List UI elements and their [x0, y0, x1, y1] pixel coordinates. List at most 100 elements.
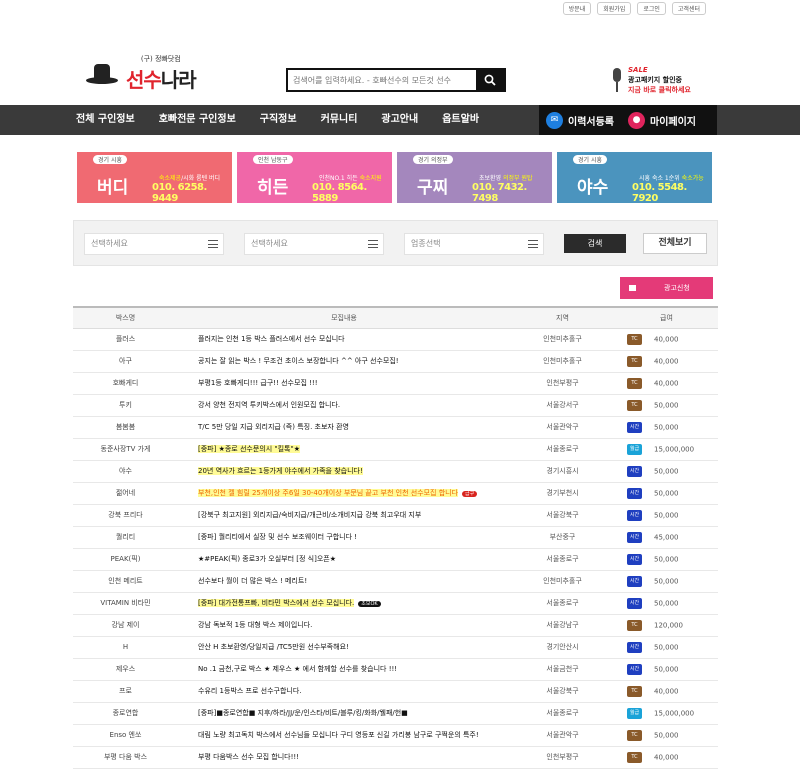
job-content[interactable]: [중파] ★종로 선수문의시 "킬톡"★: [178, 438, 510, 461]
box-name[interactable]: 플러스: [73, 328, 178, 351]
ad-apply-button[interactable]: 광고신청: [620, 277, 713, 299]
job-content[interactable]: T/C 5만 당일 지급 외리지급 (즉) 특징. 초보자 환영: [178, 416, 510, 439]
table-row[interactable]: 야수 20년 역사가 흐르는 1등가게 야수에서 가족을 찾습니다! 경기시흥시 시간…: [73, 460, 718, 483]
table-row[interactable]: PEAK(픽) ★#PEAK(픽) 종로3가 오실부터 [정 식]오픈★ 서울종로구…: [73, 548, 718, 571]
job-title[interactable]: 수유리 1등박스 프로 선수구합니다.: [198, 687, 302, 695]
box-name[interactable]: 종로연합: [73, 702, 178, 725]
box-name[interactable]: VITAMIN 비타민: [73, 592, 178, 615]
search-button[interactable]: [476, 70, 504, 90]
job-title[interactable]: [중파] 퀄리티에서 실장 및 선수 보조웨이터 구합니다 !: [198, 533, 357, 541]
table-row[interactable]: 강남 제이 강남 독보적 1등 대형 박스 제이입니다. 서울강남구 TC 120,00…: [73, 614, 718, 637]
job-content[interactable]: 대림 노량 최고독치 박스에서 선수님들 모십니다 구디 영등포 신길 가리봉 …: [178, 724, 510, 747]
table-row[interactable]: 부평 다움 박스 부평 다움박스 선수 모집 합니다!!! 인천부평구 TC 40,00…: [73, 746, 718, 769]
nav-item-ad-info[interactable]: 광고안내: [369, 105, 430, 135]
box-name[interactable]: 제우스: [73, 658, 178, 681]
job-title[interactable]: ★#PEAK(픽) 종로3가 오실부터 [정 식]오픈★: [198, 555, 336, 563]
nav-item-all-jobs[interactable]: 전체 구인정보: [64, 105, 147, 135]
table-row[interactable]: 아구 공지는 잘 읽는 박스 ! 무조건 초이스 보장합니다 ^^ 아구 선수모집…: [73, 350, 718, 373]
box-name[interactable]: 퀄리티: [73, 526, 178, 549]
table-row[interactable]: H 안산 H 초보환영/당일지급 /TC5만원 선수부족해요! 경기안산시 시간 50,…: [73, 636, 718, 659]
mypage-button[interactable]: ● 마이페이지: [621, 111, 703, 129]
box-name[interactable]: 강북 프리다: [73, 504, 178, 527]
table-row[interactable]: 종로연합 [중파]■종로연합■ 지후/하라/JJ/운/인스타/비트/블루/킹/화화…: [73, 702, 718, 725]
box-name[interactable]: 호빠게디: [73, 372, 178, 395]
banner-ad[interactable]: 경기 시흥 야수 시흥 숙소 1순위 숙소가능 010. 5548. 7920: [557, 152, 712, 204]
job-title[interactable]: T/C 5만 당일 지급 외리지급 (즉) 특징. 초보자 환영: [198, 423, 349, 431]
category-select[interactable]: 업종선택: [404, 233, 544, 255]
table-row[interactable]: 제우스 No .1 금천,구로 박스 ★ 제우스 ★ 에서 함께할 선수를 찾습니…: [73, 658, 718, 681]
box-name[interactable]: 부평 다움 박스: [73, 746, 178, 769]
box-name[interactable]: 투키: [73, 394, 178, 417]
table-row[interactable]: 프로 수유리 1등박스 프로 선수구합니다. 서울강북구 TC 40,000: [73, 680, 718, 703]
box-name[interactable]: 젊어네: [73, 482, 178, 505]
table-row[interactable]: Enso 엔쏘 대림 노량 최고독치 박스에서 선수님들 모십니다 구디 영등포 …: [73, 724, 718, 747]
job-content[interactable]: ★#PEAK(픽) 종로3가 오실부터 [정 식]오픈★: [178, 548, 510, 571]
job-title[interactable]: 강남 독보적 1등 대형 박스 제이입니다.: [198, 621, 312, 629]
table-row[interactable]: 투키 강서 양천 전지역 투키박스에서 인원모집 합니다. 서울강서구 TC 50,00…: [73, 394, 718, 417]
job-title[interactable]: 플러지는 인천 1등 박스 플러스에서 선수 모십니다: [198, 335, 345, 343]
box-name[interactable]: 강남 제이: [73, 614, 178, 637]
table-row[interactable]: 퀄리티 [중파] 퀄리티에서 실장 및 선수 보조웨이터 구합니다 ! 부산중구 시간…: [73, 526, 718, 549]
box-name[interactable]: H: [73, 636, 178, 659]
table-row[interactable]: 동준사장TV 가게 [중파] ★종로 선수문의시 "킬톡"★ 서울종로구 월급 15,0…: [73, 438, 718, 461]
box-name[interactable]: 인천 메리트: [73, 570, 178, 593]
box-name[interactable]: 프로: [73, 680, 178, 703]
region-select-1[interactable]: 선택하세요: [84, 233, 224, 255]
box-name[interactable]: 아구: [73, 350, 178, 373]
view-all-button[interactable]: 전체보기: [643, 233, 707, 254]
top-link-signup[interactable]: 회원가입: [597, 2, 632, 15]
job-content[interactable]: 부천,인천 젤 힘릴 25개이상 주6일 30-40개이상 부문님 끝고 부천 …: [178, 482, 510, 505]
job-content[interactable]: [강북구 최고지원] 외리지급/숙비지급/개근비/소개비지급 강북 최고우대 지…: [178, 504, 510, 527]
table-row[interactable]: VITAMIN 비타민 [중파] 대가전통프빠, 비타민 박스에서 선수 모십니다…: [73, 592, 718, 615]
nav-item-opt-alba[interactable]: 옵트알바: [430, 105, 491, 135]
banner-ad[interactable]: 경기 의정부 구찌 초보환영 의정부 원탑 010. 7432. 7498: [397, 152, 552, 204]
banner-ad[interactable]: 인천 남동구 히든 인천NO.1 히든 숙소지원 010. 8564. 5889: [237, 152, 392, 204]
job-content[interactable]: 20년 역사가 흐르는 1등가게 야수에서 가족을 찾습니다!: [178, 460, 510, 483]
job-title[interactable]: No .1 금천,구로 박스 ★ 제우스 ★ 에서 함께할 선수를 찾습니다 !…: [198, 665, 397, 673]
job-content[interactable]: No .1 금천,구로 박스 ★ 제우스 ★ 에서 함께할 선수를 찾습니다 !…: [178, 658, 510, 681]
job-title[interactable]: [중파] 대가전통프빠, 비타민 박스에서 선수 모십니다.: [198, 599, 355, 607]
job-title[interactable]: 부평 다움박스 선수 모집 합니다!!!: [198, 753, 299, 761]
job-title[interactable]: [중파]■종로연합■ 지후/하라/JJ/운/인스타/비트/블루/킹/화화/웰패/…: [198, 709, 408, 717]
job-content[interactable]: 선수보다 월이 더 많은 박스 ! 메리트!: [178, 570, 510, 593]
table-row[interactable]: 봄봄봄 T/C 5만 당일 지급 외리지급 (즉) 특징. 초보자 환영 서울관악구…: [73, 416, 718, 439]
nav-item-host-jobs[interactable]: 호빠전문 구인정보: [147, 105, 248, 135]
box-name[interactable]: 봄봄봄: [73, 416, 178, 439]
table-row[interactable]: 강북 프리다 [강북구 최고지원] 외리지급/숙비지급/개근비/소개비지급 강북 …: [73, 504, 718, 527]
job-title[interactable]: 선수보다 월이 더 많은 박스 ! 메리트!: [198, 577, 307, 585]
job-content[interactable]: 수유리 1등박스 프로 선수구합니다.: [178, 680, 510, 703]
job-title[interactable]: 부평1등 호빠게디!!! 급구!! 선수모집 !!!: [198, 379, 318, 387]
table-row[interactable]: 젊어네 부천,인천 젤 힘릴 25개이상 주6일 30-40개이상 부문님 끝고 …: [73, 482, 718, 505]
job-title[interactable]: 공지는 잘 읽는 박스 ! 무조건 초이스 보장합니다 ^^ 아구 선수모집!: [198, 357, 399, 365]
job-content[interactable]: 강남 독보적 1등 대형 박스 제이입니다.: [178, 614, 510, 637]
job-title[interactable]: 부천,인천 젤 힘릴 25개이상 주6일 30-40개이상 부문님 끝고 부천 …: [198, 489, 459, 497]
job-title[interactable]: 강서 양천 전지역 투키박스에서 인원모집 합니다.: [198, 401, 340, 409]
job-content[interactable]: 강서 양천 전지역 투키박스에서 인원모집 합니다.: [178, 394, 510, 417]
resume-register-button[interactable]: ✉ 이력서등록: [539, 111, 621, 129]
box-name[interactable]: PEAK(픽): [73, 548, 178, 571]
filter-search-button[interactable]: 검색: [564, 234, 626, 253]
region-select-2[interactable]: 선택하세요: [244, 233, 384, 255]
search-input[interactable]: [288, 70, 476, 90]
job-title[interactable]: 대림 노량 최고독치 박스에서 선수님들 모십니다 구디 영등포 신길 가리봉 …: [198, 731, 479, 739]
job-content[interactable]: [중파]■종로연합■ 지후/하라/JJ/운/인스타/비트/블루/킹/화화/웰패/…: [178, 702, 510, 725]
job-content[interactable]: 부평1등 호빠게디!!! 급구!! 선수모집 !!!: [178, 372, 510, 395]
job-title[interactable]: [중파] ★종로 선수문의시 "킬톡"★: [198, 445, 300, 453]
nav-item-community[interactable]: 커뮤니티: [309, 105, 370, 135]
job-title[interactable]: [강북구 최고지원] 외리지급/숙비지급/개근비/소개비지급 강북 최고우대 지…: [198, 511, 421, 519]
job-content[interactable]: 부평 다움박스 선수 모집 합니다!!!: [178, 746, 510, 769]
box-name[interactable]: Enso 엔쏘: [73, 724, 178, 747]
table-row[interactable]: 플러스 플러지는 인천 1등 박스 플러스에서 선수 모십니다 인천미추홀구 TC 40…: [73, 328, 718, 351]
job-title[interactable]: 20년 역사가 흐르는 1등가게 야수에서 가족을 찾습니다!: [198, 467, 363, 475]
top-link-visit[interactable]: 방문내: [562, 2, 592, 15]
job-content[interactable]: 안산 H 초보환영/당일지급 /TC5만원 선수부족해요!: [178, 636, 510, 659]
box-name[interactable]: 야수: [73, 460, 178, 483]
job-content[interactable]: 플러지는 인천 1등 박스 플러스에서 선수 모십니다: [178, 328, 510, 351]
box-name[interactable]: 동준사장TV 가게: [73, 438, 178, 461]
top-link-login[interactable]: 로그인: [637, 2, 666, 15]
table-row[interactable]: 인천 메리트 선수보다 월이 더 많은 박스 ! 메리트! 인천미추홀구 시간 50,0…: [73, 570, 718, 593]
banner-ad[interactable]: 경기 시흥 버디 숙소제공/시화 룸텐 버디 010. 6258. 9449: [77, 152, 232, 204]
top-link-support[interactable]: 고객센터: [671, 2, 706, 15]
table-row[interactable]: 호빠게디 부평1등 호빠게디!!! 급구!! 선수모집 !!! 인천부평구 TC 40,…: [73, 372, 718, 395]
nav-item-job-seeking[interactable]: 구직정보: [248, 105, 309, 135]
